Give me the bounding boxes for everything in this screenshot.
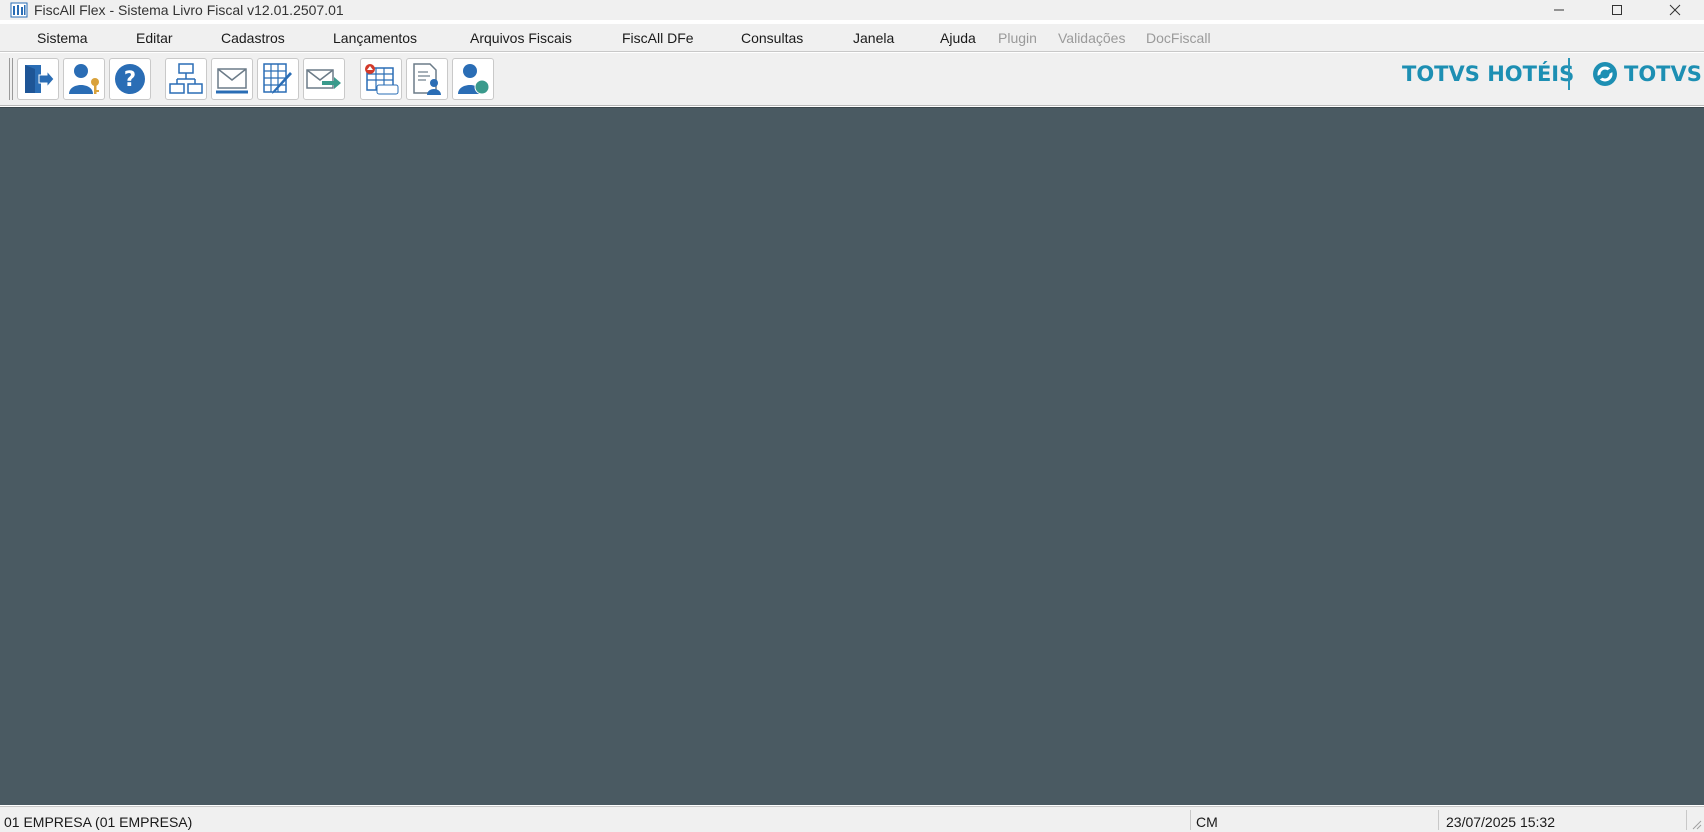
maximize-icon	[1612, 5, 1622, 15]
window-controls	[1530, 0, 1704, 20]
org-chart-button[interactable]	[165, 58, 207, 100]
user-key-icon	[69, 64, 99, 94]
menu-validacoes: Validações	[1058, 30, 1126, 46]
svg-text:?: ?	[124, 67, 136, 91]
menu-lancamentos[interactable]: Lançamentos	[333, 30, 417, 46]
totvs-logo-icon	[1593, 62, 1617, 86]
help-question-icon: ?	[115, 64, 145, 94]
title-bar: FiscAll Flex - Sistema Livro Fiscal v12.…	[0, 0, 1704, 20]
window-title: FiscAll Flex - Sistema Livro Fiscal v12.…	[34, 2, 344, 18]
send-mail-button[interactable]	[303, 58, 345, 100]
user-money-icon	[458, 64, 490, 95]
icms-table-button[interactable]	[360, 58, 402, 100]
menu-plugin: Plugin	[998, 30, 1037, 46]
menu-sistema[interactable]: Sistema	[37, 30, 88, 46]
toolbar-grip[interactable]	[9, 58, 13, 100]
menu-ajuda[interactable]: Ajuda	[940, 30, 976, 46]
org-chart-icon	[169, 63, 203, 94]
brand-divider	[1568, 58, 1570, 90]
status-divider	[1438, 810, 1439, 830]
status-datetime: 23/07/2025 15:32	[1446, 814, 1555, 830]
spreadsheet-edit-button[interactable]	[257, 58, 299, 100]
user-finance-button[interactable]	[452, 58, 494, 100]
status-company: 01 EMPRESA (01 EMPRESA)	[4, 814, 193, 830]
status-bar: 01 EMPRESA (01 EMPRESA) CM 23/07/2025 15…	[0, 806, 1704, 832]
resize-grip-icon[interactable]	[1688, 816, 1702, 830]
icms-table-icon	[365, 64, 399, 95]
brand-company-name: TOTVS	[1624, 62, 1702, 86]
maximize-button[interactable]	[1588, 0, 1646, 20]
menu-arquivos-fiscais[interactable]: Arquivos Fiscais	[470, 30, 572, 46]
mail-button[interactable]	[211, 58, 253, 100]
menu-janela[interactable]: Janela	[853, 30, 894, 46]
minimize-button[interactable]	[1530, 0, 1588, 20]
close-button[interactable]	[1646, 0, 1704, 20]
exit-door-icon	[25, 65, 55, 93]
status-mode: CM	[1196, 814, 1218, 830]
status-divider	[1686, 810, 1687, 830]
fiscall-main-window: FiscAll Flex - Sistema Livro Fiscal v12.…	[0, 0, 1704, 832]
menu-docfiscall: DocFiscall	[1146, 30, 1211, 46]
exit-button[interactable]	[17, 58, 59, 100]
menu-bar: Sistema Editar Cadastros Lançamentos Arq…	[0, 24, 1704, 52]
help-button[interactable]: ?	[109, 58, 151, 100]
document-user-button[interactable]	[406, 58, 448, 100]
menu-editar[interactable]: Editar	[136, 30, 173, 46]
document-user-icon	[413, 63, 441, 95]
user-access-button[interactable]	[63, 58, 105, 100]
spreadsheet-edit-icon	[263, 63, 292, 94]
menu-fiscall-dfe[interactable]: FiscAll DFe	[622, 30, 694, 46]
fiscall-app-icon	[10, 2, 28, 18]
menu-cadastros[interactable]: Cadastros	[221, 30, 285, 46]
brand-product-logo: TOTVS HOTÉIS	[1402, 62, 1575, 86]
close-icon	[1669, 4, 1681, 16]
menu-consultas[interactable]: Consultas	[741, 30, 803, 46]
send-mail-icon	[306, 69, 341, 89]
brand-company-logo: TOTVS	[1592, 59, 1702, 89]
envelope-icon	[216, 68, 248, 94]
mdi-workspace	[0, 107, 1704, 805]
status-divider	[1190, 810, 1191, 830]
minimize-icon	[1554, 9, 1564, 11]
